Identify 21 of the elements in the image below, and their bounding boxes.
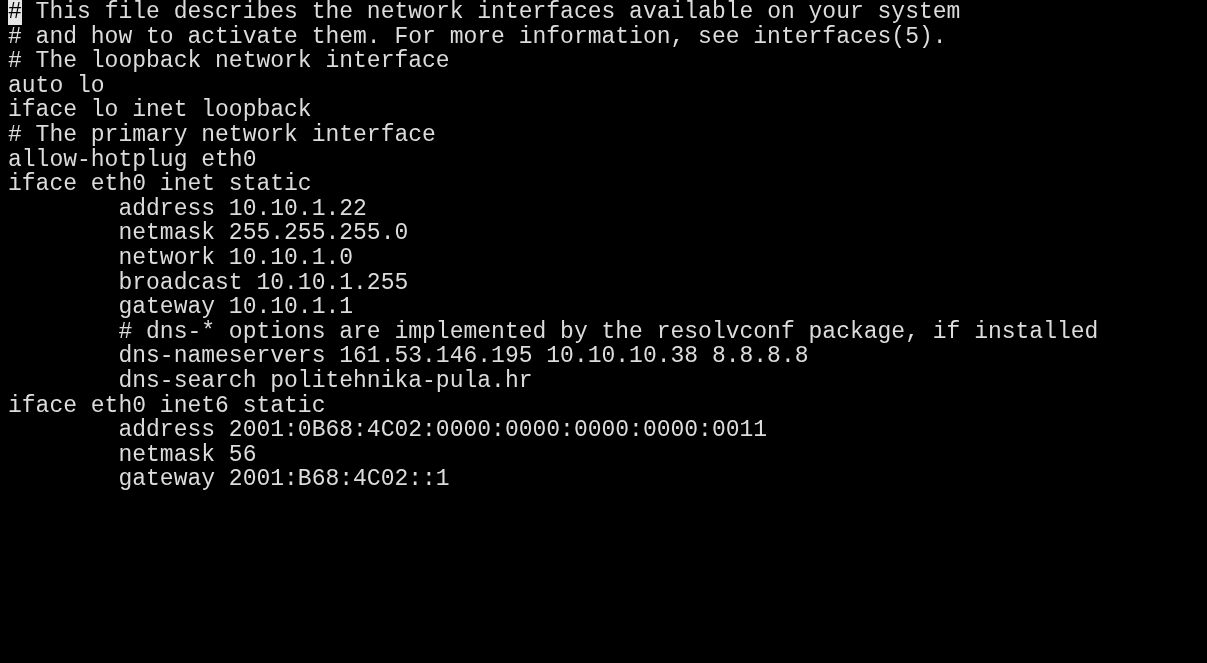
terminal-line: address 2001:0B68:4C02:0000:0000:0000:0000:0011 bbox=[117, 418, 769, 443]
terminal-line: address 10.10.1.22 bbox=[117, 196, 368, 222]
terminal-line: gateway 10.10.1.1 bbox=[117, 295, 355, 320]
terminal-line: dns-search politehnika-pula.hr bbox=[117, 368, 534, 394]
terminal-line: iface lo inet loopback bbox=[8, 98, 313, 123]
terminal-line: # The loopback network interface bbox=[8, 49, 451, 74]
terminal-line: netmask 56 bbox=[117, 442, 258, 468]
terminal-line: # and how to activate them. For more information, see interfaces(5). bbox=[8, 24, 948, 50]
terminal-line: # The primary network interface bbox=[8, 122, 437, 148]
terminal-line: dns-nameservers 161.53.146.195 10.10.10.38 8.8.8.8 bbox=[117, 344, 810, 369]
terminal-line: # dns-* options are implemented by the resolvconf package, if installed bbox=[117, 319, 1100, 345]
terminal-line: allow-hotplug eth0 bbox=[8, 147, 257, 173]
terminal-line: network 10.10.1.0 bbox=[117, 245, 355, 271]
terminal-line: gateway 2001:B68:4C02::1 bbox=[117, 467, 451, 492]
terminal-line: broadcast 10.10.1.255 bbox=[117, 270, 410, 296]
terminal-line: auto lo bbox=[8, 73, 105, 99]
terminal-line: iface eth0 inet static bbox=[8, 172, 313, 197]
terminal-line: iface eth0 inet6 static bbox=[8, 393, 327, 419]
terminal-line: netmask 255.255.255.0 bbox=[117, 221, 410, 246]
terminal-line: This file describes the network interfaces available on your system bbox=[34, 0, 961, 25]
text-cursor: # bbox=[8, 0, 22, 25]
